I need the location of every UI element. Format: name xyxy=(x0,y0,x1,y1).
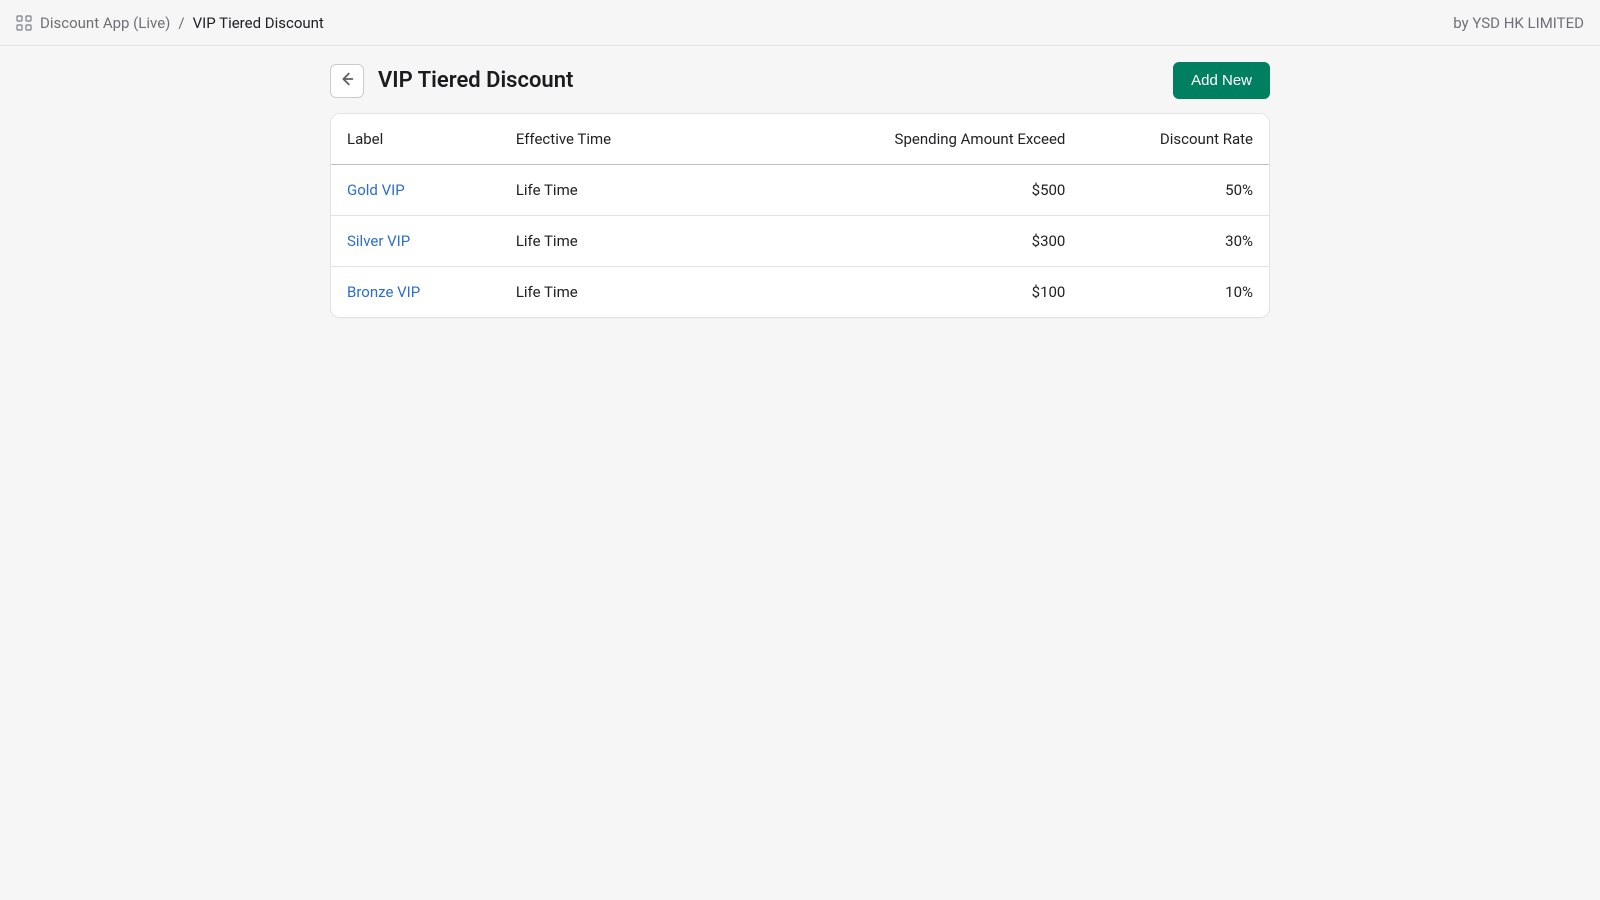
col-header-rate: Discount Rate xyxy=(1081,114,1269,165)
tiers-table-card: Label Effective Time Spending Amount Exc… xyxy=(330,113,1270,318)
page-header: VIP Tiered Discount Add New xyxy=(330,62,1270,113)
breadcrumb-app-link[interactable]: Discount App (Live) xyxy=(40,14,170,32)
cell-rate: 50% xyxy=(1081,165,1269,216)
cell-rate: 10% xyxy=(1081,267,1269,318)
cell-spending: $500 xyxy=(819,165,1082,216)
col-header-spending: Spending Amount Exceed xyxy=(819,114,1082,165)
col-header-effective-time: Effective Time xyxy=(500,114,819,165)
tiers-table: Label Effective Time Spending Amount Exc… xyxy=(331,114,1269,317)
tier-link[interactable]: Bronze VIP xyxy=(347,283,420,301)
topbar: Discount App (Live) / VIP Tiered Discoun… xyxy=(0,0,1600,46)
breadcrumb-current: VIP Tiered Discount xyxy=(193,14,324,32)
page-title: VIP Tiered Discount xyxy=(378,68,573,93)
cell-spending: $300 xyxy=(819,216,1082,267)
add-new-button[interactable]: Add New xyxy=(1173,62,1270,99)
breadcrumb-separator: / xyxy=(178,14,184,32)
breadcrumb: Discount App (Live) / VIP Tiered Discoun… xyxy=(16,14,324,32)
app-grid-icon xyxy=(16,15,32,31)
table-row: Bronze VIP Life Time $100 10% xyxy=(331,267,1269,318)
cell-spending: $100 xyxy=(819,267,1082,318)
vendor-name: YSD HK LIMITED xyxy=(1472,14,1584,32)
page-content: VIP Tiered Discount Add New Label Effect… xyxy=(330,46,1270,318)
arrow-left-icon xyxy=(338,70,356,91)
back-button[interactable] xyxy=(330,64,364,98)
tier-link[interactable]: Silver VIP xyxy=(347,232,410,250)
col-header-label: Label xyxy=(331,114,500,165)
cell-rate: 30% xyxy=(1081,216,1269,267)
table-header-row: Label Effective Time Spending Amount Exc… xyxy=(331,114,1269,165)
cell-effective-time: Life Time xyxy=(500,165,819,216)
tier-link[interactable]: Gold VIP xyxy=(347,181,405,199)
cell-effective-time: Life Time xyxy=(500,267,819,318)
table-row: Gold VIP Life Time $500 50% xyxy=(331,165,1269,216)
vendor-prefix: by xyxy=(1453,14,1472,32)
table-row: Silver VIP Life Time $300 30% xyxy=(331,216,1269,267)
page-header-left: VIP Tiered Discount xyxy=(330,64,573,98)
vendor-label: by YSD HK LIMITED xyxy=(1453,14,1584,32)
cell-effective-time: Life Time xyxy=(500,216,819,267)
